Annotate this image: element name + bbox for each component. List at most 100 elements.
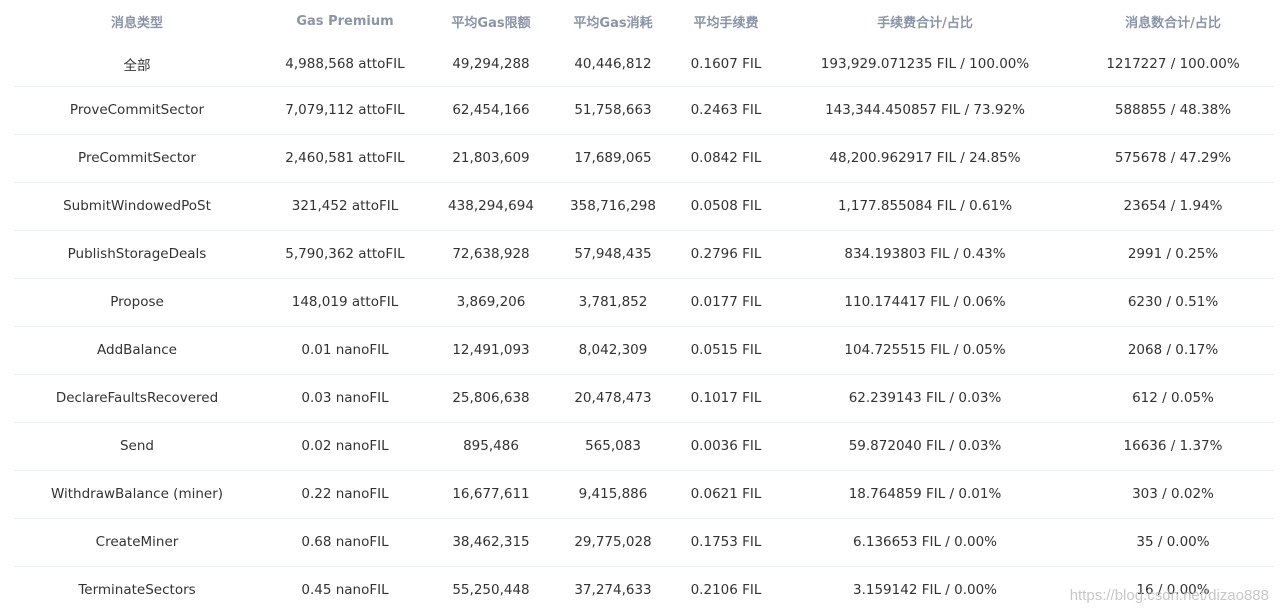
cell-avg-gas-used: 20,478,473 [574,390,652,406]
cell-avg-fee: 0.1753 FIL [690,534,762,550]
message-stats-table: 消息类型 Gas Premium 平均Gas限额 平均Gas消耗 平均手续费 手… [14,0,1274,614]
message-stats-table-container: 消息类型 Gas Premium 平均Gas限额 平均Gas消耗 平均手续费 手… [0,0,1281,614]
table-row: PreCommitSector 2,460,581 attoFIL 21,803,6… [14,134,1274,182]
cell-avg-gas-used: 8,042,309 [578,342,648,358]
cell-fee-total-ratio: 48,200.962917 FIL / 24.85% [829,150,1021,166]
cell-avg-gas-limit: 16,677,611 [452,486,530,502]
table-row: Send 0.02 nanoFIL 895,486 565,083 0.0036 FIL… [14,422,1274,470]
cell-message-type: AddBalance [97,342,177,358]
cell-avg-gas-limit: 38,462,315 [452,534,530,550]
cell-fee-total-ratio: 110.174417 FIL / 0.06% [844,294,1006,310]
cell-message-type: PublishStorageDeals [67,246,207,262]
cell-message-type: SubmitWindowedPoSt [63,198,211,214]
cell-message-type: WithdrawBalance (miner) [50,486,224,502]
cell-fee-total-ratio: 3.159142 FIL / 0.00% [853,582,997,599]
cell-avg-gas-limit: 895,486 [463,438,519,454]
cell-gas-premium: 0.22 nanoFIL [301,486,389,502]
cell-gas-premium: 0.03 nanoFIL [301,390,389,406]
cell-avg-gas-used: 51,758,663 [574,102,652,118]
cell-avg-gas-limit: 62,454,166 [452,102,530,118]
cell-avg-gas-used: 37,274,633 [574,582,652,599]
table-row: SubmitWindowedPoSt 321,452 attoFIL 438,294… [14,182,1274,230]
cell-avg-fee: 0.0508 FIL [690,198,762,214]
cell-gas-premium: 5,790,362 attoFIL [285,246,405,262]
cell-avg-fee: 0.2106 FIL [690,582,762,599]
header-avg-gas-limit: 平均Gas限额 [451,16,531,31]
cell-message-count-ratio: 6230 / 0.51% [1127,294,1219,310]
cell-fee-total-ratio: 18.764859 FIL / 0.01% [848,486,1002,502]
cell-avg-fee: 0.2796 FIL [690,246,762,262]
table-body: 全部 4,988,568 attoFIL 49,294,288 40,446,812 0… [14,43,1274,614]
cell-gas-premium: 7,079,112 attoFIL [285,102,405,118]
cell-avg-gas-used: 3,781,852 [578,294,648,310]
cell-message-count-ratio: 2068 / 0.17% [1127,342,1219,358]
cell-gas-premium: 4,988,568 attoFIL [285,56,405,73]
cell-message-type: Propose [110,294,164,310]
cell-avg-fee: 0.0177 FIL [690,294,762,310]
cell-avg-gas-used: 9,415,886 [578,486,648,502]
cell-message-count-ratio: 23654 / 1.94% [1123,198,1223,214]
cell-avg-gas-used: 358,716,298 [570,198,656,214]
cell-message-type: TerminateSectors [78,582,196,599]
cell-avg-fee: 0.0036 FIL [690,438,762,454]
cell-message-type: PreCommitSector [78,150,196,166]
cell-message-count-ratio: 1217227 / 100.00% [1106,56,1240,73]
cell-message-count-ratio: 612 / 0.05% [1132,390,1214,406]
cell-message-count-ratio: 303 / 0.02% [1132,486,1214,502]
table-row: AddBalance 0.01 nanoFIL 12,491,093 8,042,30… [14,326,1274,374]
table-row: DeclareFaultsRecovered 0.03 nanoFIL 25,806… [14,374,1274,422]
table-row: ProveCommitSector 7,079,112 attoFIL 62,454… [14,86,1274,134]
watermark-text: https://blog.csdn.net/dizao888 [1069,587,1269,604]
cell-avg-gas-used: 565,083 [585,438,641,454]
cell-avg-gas-used: 17,689,065 [574,150,652,166]
cell-gas-premium: 321,452 attoFIL [291,198,399,214]
cell-avg-fee: 0.2463 FIL [690,102,762,118]
header-gas-premium: Gas Premium [296,14,394,29]
header-avg-fee: 平均手续费 [693,16,759,31]
cell-gas-premium: 0.02 nanoFIL [301,438,389,454]
cell-fee-total-ratio: 104.725515 FIL / 0.05% [844,342,1006,358]
cell-fee-total-ratio: 1,177.855084 FIL / 0.61% [837,198,1013,214]
cell-fee-total-ratio: 193,929.071235 FIL / 100.00% [820,56,1030,73]
cell-avg-gas-limit: 25,806,638 [452,390,530,406]
cell-fee-total-ratio: 143,344.450857 FIL / 73.92% [825,102,1025,118]
table-header: 消息类型 Gas Premium 平均Gas限额 平均Gas消耗 平均手续费 手… [14,0,1274,43]
cell-gas-premium: 2,460,581 attoFIL [285,150,405,166]
table-row: 全部 4,988,568 attoFIL 49,294,288 40,446,812 0… [14,43,1274,86]
cell-message-type: CreateMiner [95,534,179,550]
cell-avg-gas-used: 57,948,435 [574,246,652,262]
cell-message-count-ratio: 2991 / 0.25% [1127,246,1219,262]
cell-fee-total-ratio: 834.193803 FIL / 0.43% [844,246,1006,262]
header-avg-gas-used: 平均Gas消耗 [573,16,653,31]
cell-avg-fee: 0.0842 FIL [690,150,762,166]
table-row: CreateMiner 0.68 nanoFIL 38,462,315 29,775,… [14,518,1274,566]
cell-avg-gas-used: 29,775,028 [574,534,652,550]
cell-avg-fee: 0.1017 FIL [690,390,762,406]
cell-message-type: 全部 [123,58,151,75]
header-fee-total-ratio: 手续费合计/占比 [877,16,973,31]
header-row: 消息类型 Gas Premium 平均Gas限额 平均Gas消耗 平均手续费 手… [14,0,1274,43]
cell-avg-gas-used: 40,446,812 [574,56,652,73]
table-row: WithdrawBalance (miner) 0.22 nanoFIL 16,67… [14,470,1274,518]
cell-gas-premium: 0.68 nanoFIL [301,534,389,550]
cell-message-type: ProveCommitSector [69,102,205,118]
cell-avg-fee: 0.0621 FIL [690,486,762,502]
cell-avg-gas-limit: 55,250,448 [452,582,530,599]
cell-avg-fee: 0.1607 FIL [690,56,762,73]
cell-avg-gas-limit: 49,294,288 [452,56,530,73]
header-message-count-ratio: 消息数合计/占比 [1125,16,1221,31]
cell-gas-premium: 0.01 nanoFIL [301,342,389,358]
cell-message-count-ratio: 35 / 0.00% [1136,534,1210,550]
cell-message-type: DeclareFaultsRecovered [55,390,219,406]
cell-gas-premium: 0.45 nanoFIL [301,582,389,599]
cell-avg-gas-limit: 21,803,609 [452,150,530,166]
cell-fee-total-ratio: 62.239143 FIL / 0.03% [848,390,1002,406]
cell-message-count-ratio: 588855 / 48.38% [1114,102,1232,118]
cell-avg-fee: 0.0515 FIL [690,342,762,358]
cell-avg-gas-limit: 438,294,694 [448,198,534,214]
cell-avg-gas-limit: 72,638,928 [452,246,530,262]
cell-message-count-ratio: 16636 / 1.37% [1123,438,1223,454]
cell-fee-total-ratio: 59.872040 FIL / 0.03% [848,438,1002,454]
header-message-type: 消息类型 [110,16,163,31]
cell-fee-total-ratio: 6.136653 FIL / 0.00% [853,534,997,550]
